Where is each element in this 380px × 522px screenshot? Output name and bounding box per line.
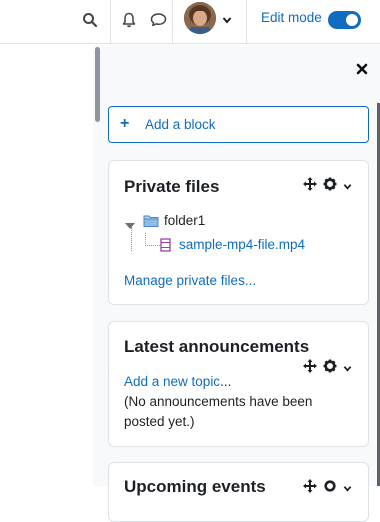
- move-icon[interactable]: [303, 479, 317, 498]
- move-icon[interactable]: [303, 359, 317, 378]
- block-controls: [303, 359, 352, 378]
- upcoming-events-block: Upcoming events: [108, 462, 369, 522]
- user-avatar[interactable]: [184, 2, 216, 34]
- drawer-scrollbar[interactable]: [95, 47, 100, 122]
- block-title: Upcoming events: [124, 477, 266, 496]
- edit-mode-label: Edit mode: [261, 10, 322, 25]
- bell-icon[interactable]: [119, 10, 139, 30]
- plus-icon: +: [120, 115, 130, 132]
- chat-icon[interactable]: [148, 10, 168, 30]
- edit-mode-toggle[interactable]: [328, 11, 361, 29]
- gear-icon[interactable]: [323, 479, 337, 498]
- chevron-down-icon[interactable]: [343, 360, 352, 378]
- main-content-area: [0, 45, 93, 486]
- chevron-down-icon[interactable]: [343, 480, 352, 498]
- latest-announcements-block: Latest announcements Add a new topic... …: [108, 321, 369, 447]
- folder-icon: [143, 214, 159, 233]
- manage-private-files-link[interactable]: Manage private files...: [124, 273, 256, 288]
- chevron-down-icon[interactable]: [217, 10, 237, 30]
- block-controls: [303, 479, 352, 498]
- tree-connector: [131, 227, 133, 251]
- block-title: Private files: [124, 177, 220, 196]
- gear-icon[interactable]: [323, 177, 337, 196]
- no-announcements-text: (No announcements have been posted yet.): [124, 394, 313, 429]
- block-controls: [303, 177, 352, 196]
- tree-connector: [145, 233, 160, 246]
- add-topic-ellipsis: ...: [220, 374, 232, 389]
- add-block-button[interactable]: + Add a block: [108, 106, 369, 143]
- navbar-divider: [172, 0, 173, 44]
- private-files-block: Private files folder1 sample-mp4-file.mp…: [108, 160, 369, 305]
- close-icon[interactable]: [355, 62, 371, 78]
- navbar-divider: [246, 0, 247, 44]
- block-title: Latest announcements: [124, 337, 310, 356]
- file-link[interactable]: sample-mp4-file.mp4: [179, 237, 305, 252]
- gear-icon[interactable]: [323, 359, 337, 378]
- top-navbar: Edit mode: [0, 0, 380, 44]
- file-icon: [160, 238, 171, 257]
- triangle-down-icon[interactable]: [125, 217, 135, 235]
- chevron-down-icon[interactable]: [343, 178, 352, 196]
- add-block-label: Add a block: [145, 117, 216, 132]
- add-new-topic-link[interactable]: Add a new topic: [124, 374, 220, 389]
- move-icon[interactable]: [303, 177, 317, 196]
- announcement-add-row: Add a new topic...: [124, 374, 231, 389]
- toggle-knob: [346, 14, 358, 26]
- folder-name[interactable]: folder1: [164, 213, 205, 228]
- search-icon[interactable]: [80, 10, 100, 30]
- navbar-divider: [110, 0, 111, 44]
